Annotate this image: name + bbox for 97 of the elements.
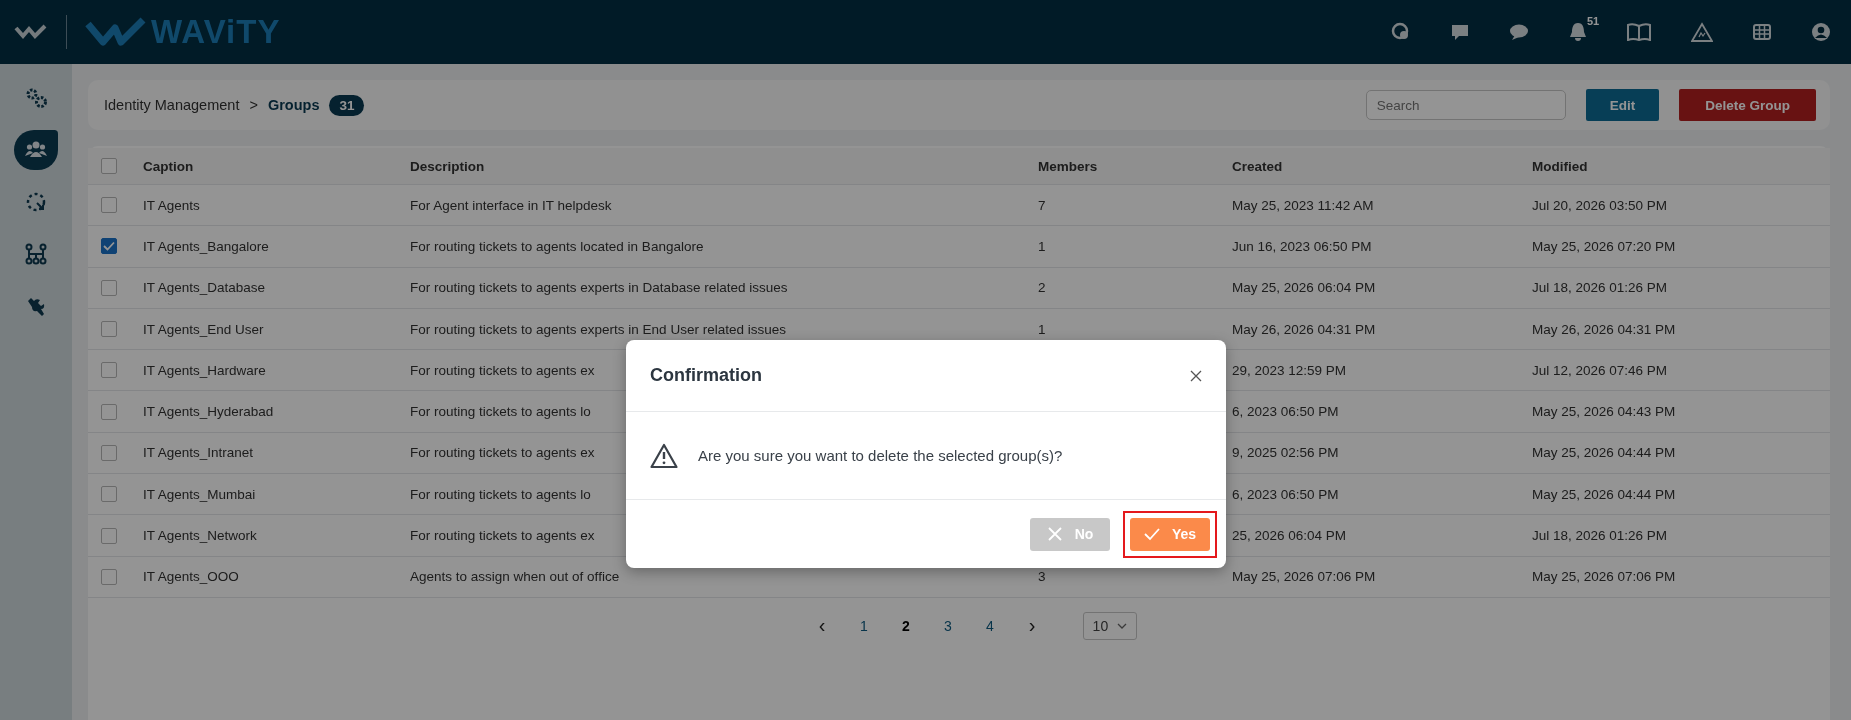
column-header[interactable]: Description <box>410 158 485 174</box>
warning-icon[interactable] <box>1691 22 1713 42</box>
table-cell: 3 <box>1038 569 1046 585</box>
count-badge: 31 <box>329 94 365 116</box>
table-cell: Jul 18, 2026 01:26 PM <box>1532 280 1668 296</box>
table-cell: For routing tickets to agents located in Bangalore <box>410 238 704 254</box>
table-cell: IT Agents_Network <box>143 528 257 543</box>
table-cell: For routing tickets to agents ex <box>410 445 595 461</box>
previous-page-button[interactable]: ‹ <box>801 614 843 638</box>
dialog-message: Are you sure you want to delete the selected group(s)? <box>698 447 1063 464</box>
table-cell: 1 <box>1038 321 1046 337</box>
table-cell: IT Agents_Mumbai <box>143 486 256 502</box>
table-cell: May 26, 2026 04:31 PM <box>1532 321 1676 337</box>
checkbox[interactable] <box>101 158 117 174</box>
checkbox[interactable] <box>101 403 117 420</box>
app-switch-icon[interactable] <box>14 23 48 41</box>
warning-icon <box>650 442 678 469</box>
close-icon <box>1046 526 1063 542</box>
table-cell: 25, 2026 06:04 PM <box>1232 528 1347 543</box>
table-cell: May 25, 2026 04:43 PM <box>1532 404 1676 420</box>
table-cell: May 25, 2026 04:44 PM <box>1532 445 1676 461</box>
checkbox[interactable] <box>101 279 117 296</box>
table-cell: For routing tickets to agents experts in Database related issues <box>410 280 788 296</box>
checkbox[interactable] <box>101 197 117 214</box>
checkbox[interactable] <box>101 486 117 503</box>
edit-button[interactable]: Edit <box>1585 89 1660 121</box>
checkbox[interactable] <box>101 238 117 255</box>
table-cell: 9, 2025 02:56 PM <box>1232 445 1339 461</box>
table-cell: May 25, 2026 07:06 PM <box>1532 569 1676 585</box>
table-cell: IT Agents_Hyderabad <box>143 404 274 420</box>
breadcrumb-current: Groups <box>267 97 320 113</box>
table-cell: For routing tickets to agents ex <box>410 528 595 543</box>
table-cell: For routing tickets to agents lo <box>410 404 591 420</box>
hierarchy-icon <box>25 243 47 265</box>
table-cell: May 26, 2026 04:31 PM <box>1232 321 1376 337</box>
search-field[interactable]: Search <box>1365 90 1566 120</box>
checkbox[interactable] <box>101 527 117 544</box>
column-header[interactable]: Modified <box>1532 158 1588 174</box>
message-icon[interactable] <box>1451 23 1469 41</box>
table-cell: For routing tickets to agents experts in End User related issues <box>410 321 786 337</box>
table-cell: Jul 18, 2026 01:26 PM <box>1532 528 1668 543</box>
table-cell: Jul 12, 2026 07:46 PM <box>1532 362 1668 378</box>
table-cell: IT Agents_Hardware <box>143 362 266 378</box>
table-cell: For Agent interface in IT helpdesk <box>410 197 612 213</box>
table-cell: May 25, 2026 04:44 PM <box>1532 486 1676 502</box>
page-button[interactable]: 2 <box>885 617 927 634</box>
bell-icon[interactable] <box>1569 22 1587 42</box>
table-cell: May 25, 2026 06:04 PM <box>1232 280 1376 296</box>
chat-icon[interactable] <box>1509 23 1529 41</box>
table-cell: 2 <box>1038 280 1046 296</box>
table-cell: IT Agents_OOO <box>143 569 239 585</box>
table-cell: 1 <box>1038 238 1046 254</box>
logo-icon <box>85 16 147 48</box>
close-icon[interactable] <box>1190 369 1202 382</box>
check-icon <box>103 241 115 252</box>
book-icon[interactable] <box>1627 23 1651 41</box>
table-cell: IT Agents_Database <box>143 280 266 296</box>
next-page-button[interactable]: › <box>1011 614 1053 638</box>
dashed-circle-icon <box>25 191 47 213</box>
checkbox[interactable] <box>101 321 117 338</box>
user-avatar-icon[interactable] <box>1811 22 1831 42</box>
column-header[interactable]: Created <box>1232 158 1283 174</box>
chevron-down-icon <box>1117 622 1128 629</box>
grid-icon[interactable] <box>1753 23 1771 41</box>
delete-button[interactable]: Delete Group <box>1679 89 1816 121</box>
dialog-title: Confirmation <box>650 365 762 386</box>
breadcrumb-link[interactable]: Identity Management <box>104 97 240 113</box>
column-header[interactable]: Members <box>1038 158 1098 174</box>
column-header[interactable]: Caption <box>143 158 194 174</box>
page-button[interactable]: 1 <box>843 617 885 634</box>
sidebar-item[interactable] <box>14 130 58 170</box>
table-cell: 7 <box>1038 197 1046 213</box>
page-size-dropdown[interactable]: 10 <box>1083 611 1137 640</box>
table-cell: 29, 2023 12:59 PM <box>1232 362 1347 378</box>
table-cell: 6, 2023 06:50 PM <box>1232 404 1339 420</box>
table-cell: May 25, 2023 11:42 AM <box>1232 197 1374 213</box>
table-cell: 6, 2023 06:50 PM <box>1232 486 1339 502</box>
page-button[interactable]: 4 <box>969 617 1011 634</box>
notification-count: 51 <box>1587 15 1600 27</box>
breadcrumb-separator: > <box>249 97 258 113</box>
checkbox[interactable] <box>101 568 117 585</box>
logo-text: WAViTY <box>151 13 281 51</box>
table-cell: May 25, 2026 07:20 PM <box>1532 238 1676 254</box>
check-icon <box>1143 526 1160 542</box>
table-cell: Jun 16, 2023 06:50 PM <box>1232 238 1372 254</box>
table-cell: IT Agents_Bangalore <box>143 238 269 254</box>
page-button[interactable]: 3 <box>927 617 969 634</box>
checkbox[interactable] <box>101 444 117 461</box>
table-cell: For routing tickets to agents lo <box>410 486 591 502</box>
table-cell: IT Agents_End User <box>143 321 264 337</box>
checkbox[interactable] <box>101 362 117 379</box>
table-cell: IT Agents_Intranet <box>143 445 254 461</box>
table-cell: For routing tickets to agents ex <box>410 362 595 378</box>
table-cell: IT Agents <box>143 197 200 213</box>
table-cell: May 25, 2026 07:06 PM <box>1232 569 1376 585</box>
table-cell: Jul 20, 2026 03:50 PM <box>1532 197 1668 213</box>
table-cell: Agents to assign when out of office <box>410 569 620 585</box>
